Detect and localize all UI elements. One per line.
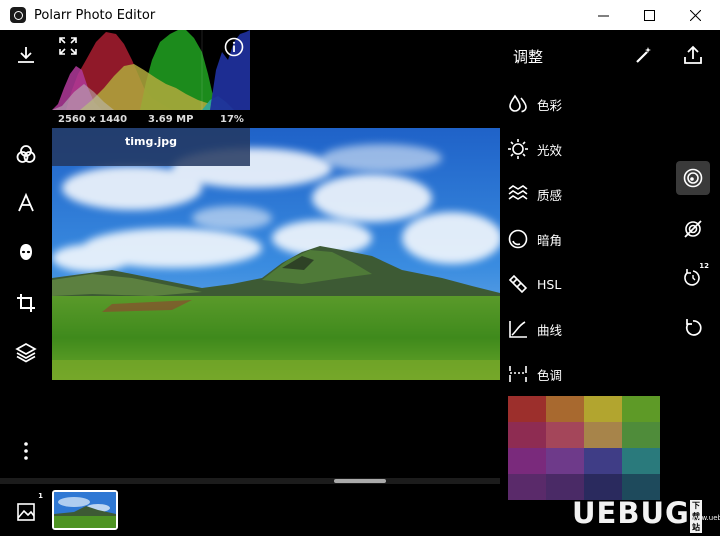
crop-tool-button[interactable] [8,285,44,321]
auto-enhance-button[interactable] [628,40,658,70]
color-swatch[interactable] [508,396,546,422]
visibility-off-icon [684,220,702,238]
tool-label-light: 光效 [537,142,563,158]
image-resolution: 2560 x 1440 [58,114,128,125]
tool-texture[interactable]: 质感 [506,178,596,210]
color-drop-icon [506,92,530,116]
history-icon [684,269,700,286]
color-swatch[interactable] [584,448,622,474]
tool-label-vignette: 暗角 [537,232,563,248]
color-swatch[interactable] [622,448,660,474]
crop-icon [17,294,35,312]
color-swatch[interactable] [508,422,546,448]
filters-circles-icon [16,145,36,163]
hide-adjustments-button[interactable] [676,212,710,246]
sun-icon [506,137,530,161]
vignette-icon [506,227,530,251]
close-icon [689,9,701,21]
layers-icon [15,343,37,363]
window-title: Polarr Photo Editor [34,7,156,23]
history-button[interactable]: 12 [676,261,710,295]
gallery-image-icon [17,503,35,521]
color-swatch[interactable] [508,448,546,474]
text-tool-button[interactable] [8,185,44,221]
tool-hsl[interactable]: HSL [506,268,596,300]
watermark-url: www.uebug.com [690,514,720,522]
close-button[interactable] [672,0,718,30]
tool-label-color: 色彩 [537,97,563,113]
info-icon [224,37,244,57]
app-logo-icon [10,7,26,23]
tool-light[interactable]: 光效 [506,133,596,165]
zoom-level: 17% [220,114,244,125]
download-button[interactable] [8,37,44,73]
panel-title: 调整 [513,48,544,66]
undo-button[interactable] [676,311,710,345]
color-swatch[interactable] [546,422,584,448]
share-upload-icon [684,45,702,64]
color-swatch[interactable] [546,448,584,474]
filters-button[interactable] [8,136,44,172]
maximize-icon [643,9,655,21]
image-megapixels: 3.69 MP [148,114,194,125]
hsl-brush-icon [506,272,530,296]
image-info-bar: 2560 x 1440 3.69 MP 17% [52,112,250,128]
gallery-count-badge: 1 [38,492,43,500]
color-swatch-grid [508,396,660,500]
swatch-row [508,448,660,474]
tool-color[interactable]: 色彩 [506,88,596,120]
thumbnail-image [54,492,116,528]
more-vertical-icon [24,442,28,460]
face-tool-button[interactable] [8,234,44,270]
export-button[interactable] [678,40,708,70]
tool-label-tone: 色调 [537,367,563,383]
layers-button[interactable] [8,334,44,370]
color-swatch[interactable] [622,422,660,448]
curve-icon [506,317,530,341]
expand-icon [59,37,77,55]
filmstrip-scrollbar-track[interactable] [0,478,500,484]
tool-vignette[interactable]: 暗角 [506,223,596,255]
waves-icon [506,182,530,206]
filmstrip-scrollbar-thumb[interactable] [334,479,386,483]
swatch-row [508,422,660,448]
minimize-icon [597,15,609,16]
tone-split-icon [506,362,530,386]
undo-icon [685,319,702,336]
history-count-badge: 12 [699,262,709,270]
swatch-row [508,396,660,422]
download-icon [18,47,34,63]
magic-wand-icon [636,47,651,63]
tool-label-texture: 质感 [537,187,563,203]
text-icon [18,192,34,212]
gallery-button[interactable]: 1 [10,492,44,528]
more-options-button[interactable] [8,433,44,469]
file-name-bar: timg.jpg [52,128,250,166]
tool-tone[interactable]: 色调 [506,358,596,390]
color-swatch[interactable] [584,422,622,448]
tool-label-curves: 曲线 [537,322,563,338]
color-swatch[interactable] [508,474,546,500]
tool-label-hsl: HSL [537,276,562,292]
color-swatch[interactable] [546,396,584,422]
maximize-button[interactable] [626,0,672,30]
watermark-logo: UEBUG [572,496,690,530]
file-name: timg.jpg [124,135,178,148]
adjust-swirl-icon [683,168,703,188]
adjust-panel-toggle[interactable] [676,161,710,195]
watermark: UEBUG 下载站 www.uebug.com [572,496,720,533]
face-icon [20,244,32,260]
color-swatch[interactable] [622,396,660,422]
filmstrip-thumbnail[interactable] [52,490,118,530]
tool-curves[interactable]: 曲线 [506,313,596,345]
minimize-button[interactable] [580,0,626,30]
histogram [52,30,250,110]
fullscreen-button[interactable] [56,34,80,58]
info-button[interactable] [222,35,246,59]
color-swatch[interactable] [584,396,622,422]
title-bar: Polarr Photo Editor [0,0,720,30]
